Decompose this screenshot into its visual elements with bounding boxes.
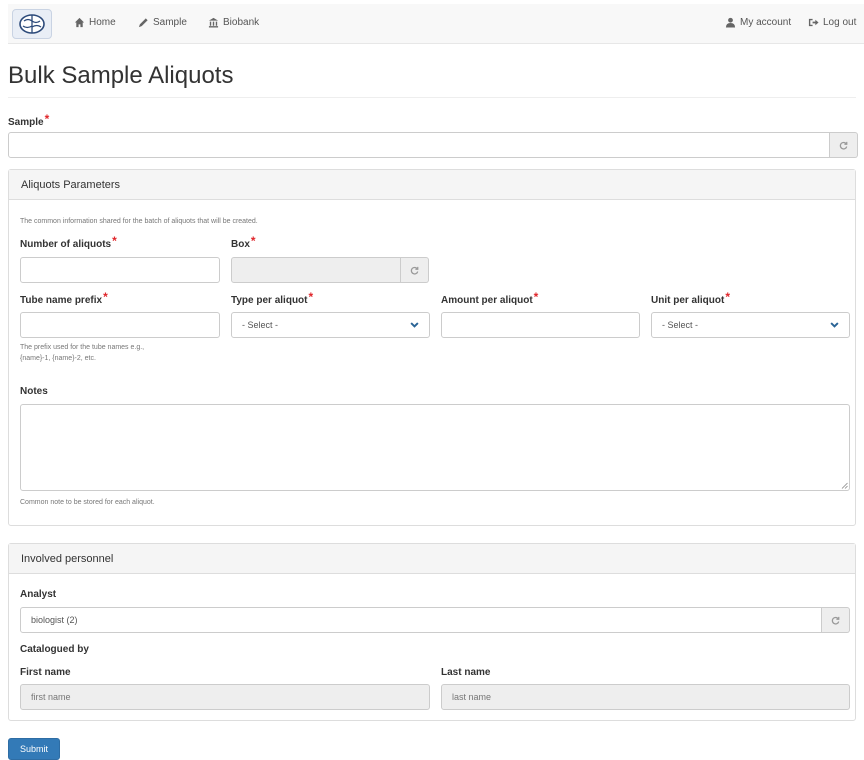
amount-per-aliquot-input[interactable] <box>441 312 640 338</box>
required-marker: * <box>44 112 50 126</box>
nav-home-label: Home <box>89 17 116 28</box>
refresh-icon <box>839 141 848 150</box>
tube-name-prefix-help: The prefix used for the tube names e.g.,… <box>20 342 144 364</box>
sample-label-text: Sample <box>8 117 44 128</box>
nav-my-account-label: My account <box>740 17 792 28</box>
required-marker: * <box>250 234 256 248</box>
last-name-input[interactable]: last name <box>441 684 850 710</box>
aliquots-panel-heading: Aliquots Parameters <box>9 170 855 200</box>
analyst-input[interactable]: biologist (2) <box>20 607 822 633</box>
box-label: Box* <box>231 234 256 250</box>
required-marker: * <box>308 290 314 304</box>
tube-name-prefix-label-text: Tube name prefix <box>20 295 103 306</box>
sample-label: Sample* <box>8 112 50 128</box>
prefix-help-line-2: {name}-1, {name}-2, etc. <box>20 355 96 362</box>
notes-textarea[interactable] <box>20 404 850 491</box>
catalogued-by-label: Catalogued by <box>20 644 89 655</box>
bank-icon <box>208 17 219 28</box>
nav-sample[interactable]: Sample <box>138 17 187 28</box>
unit-per-aliquot-selected: - Select - <box>662 320 699 330</box>
unit-per-aliquot-label-text: Unit per aliquot <box>651 295 725 306</box>
last-name-label: Last name <box>441 667 491 678</box>
brain-logo-icon <box>19 14 45 34</box>
box-label-text: Box <box>231 239 250 250</box>
box-input[interactable] <box>231 257 401 283</box>
chevron-down-icon <box>410 321 419 328</box>
amount-per-aliquot-label: Amount per aliquot* <box>441 290 539 306</box>
required-marker: * <box>112 234 117 248</box>
page-title: Bulk Sample Aliquots <box>8 62 234 89</box>
notes-help: Common note to be stored for each aliquo… <box>20 499 155 506</box>
home-icon <box>74 17 85 28</box>
submit-button[interactable]: Submit <box>8 738 60 760</box>
title-divider <box>8 97 856 98</box>
nav-home[interactable]: Home <box>74 17 116 28</box>
required-marker: * <box>533 290 539 304</box>
type-per-aliquot-label-text: Type per aliquot <box>231 295 308 306</box>
analyst-refresh-button[interactable] <box>822 607 850 633</box>
sample-input[interactable] <box>8 132 830 158</box>
top-navbar: Home Sample Biobank My account Log out <box>8 4 864 44</box>
unit-per-aliquot-label: Unit per aliquot* <box>651 290 731 306</box>
user-icon <box>725 17 736 28</box>
amount-per-aliquot-label-text: Amount per aliquot <box>441 295 533 306</box>
sample-refresh-button[interactable] <box>830 132 858 158</box>
nav-log-out-label: Log out <box>823 17 857 28</box>
nav-biobank-label: Biobank <box>223 17 260 28</box>
nav-my-account[interactable]: My account <box>725 17 791 28</box>
chevron-down-icon <box>830 321 839 328</box>
required-marker: * <box>725 290 731 304</box>
tube-name-prefix-label: Tube name prefix* <box>20 290 108 306</box>
first-name-input[interactable]: first name <box>20 684 430 710</box>
nav-log-out[interactable]: Log out <box>808 17 856 28</box>
nav-biobank[interactable]: Biobank <box>208 17 259 28</box>
notes-label: Notes <box>20 386 48 397</box>
nav-sample-label: Sample <box>153 17 187 28</box>
unit-per-aliquot-select[interactable]: - Select - <box>651 312 850 338</box>
required-marker: * <box>103 290 108 304</box>
refresh-icon <box>831 616 840 625</box>
number-of-aliquots-label: Number of aliquots* <box>20 234 117 250</box>
prefix-help-line-1: The prefix used for the tube names e.g., <box>20 344 145 351</box>
logout-icon <box>808 18 819 27</box>
type-per-aliquot-selected: - Select - <box>242 320 279 330</box>
type-per-aliquot-select[interactable]: - Select - <box>231 312 430 338</box>
brand-logo[interactable] <box>12 9 52 39</box>
analyst-label: Analyst <box>20 589 57 600</box>
type-per-aliquot-label: Type per aliquot* <box>231 290 314 306</box>
number-of-aliquots-label-text: Number of aliquots <box>20 239 112 250</box>
number-of-aliquots-input[interactable] <box>20 257 220 283</box>
resize-grip-icon[interactable] <box>841 482 848 489</box>
personnel-panel-heading: Involved personnel <box>9 544 855 574</box>
tube-name-prefix-input[interactable] <box>20 312 220 338</box>
refresh-icon <box>410 266 419 275</box>
first-name-label: First name <box>20 667 71 678</box>
aliquots-intro-text: The common information shared for the ba… <box>20 218 258 225</box>
pencil-icon <box>138 18 148 28</box>
box-refresh-button[interactable] <box>401 257 429 283</box>
